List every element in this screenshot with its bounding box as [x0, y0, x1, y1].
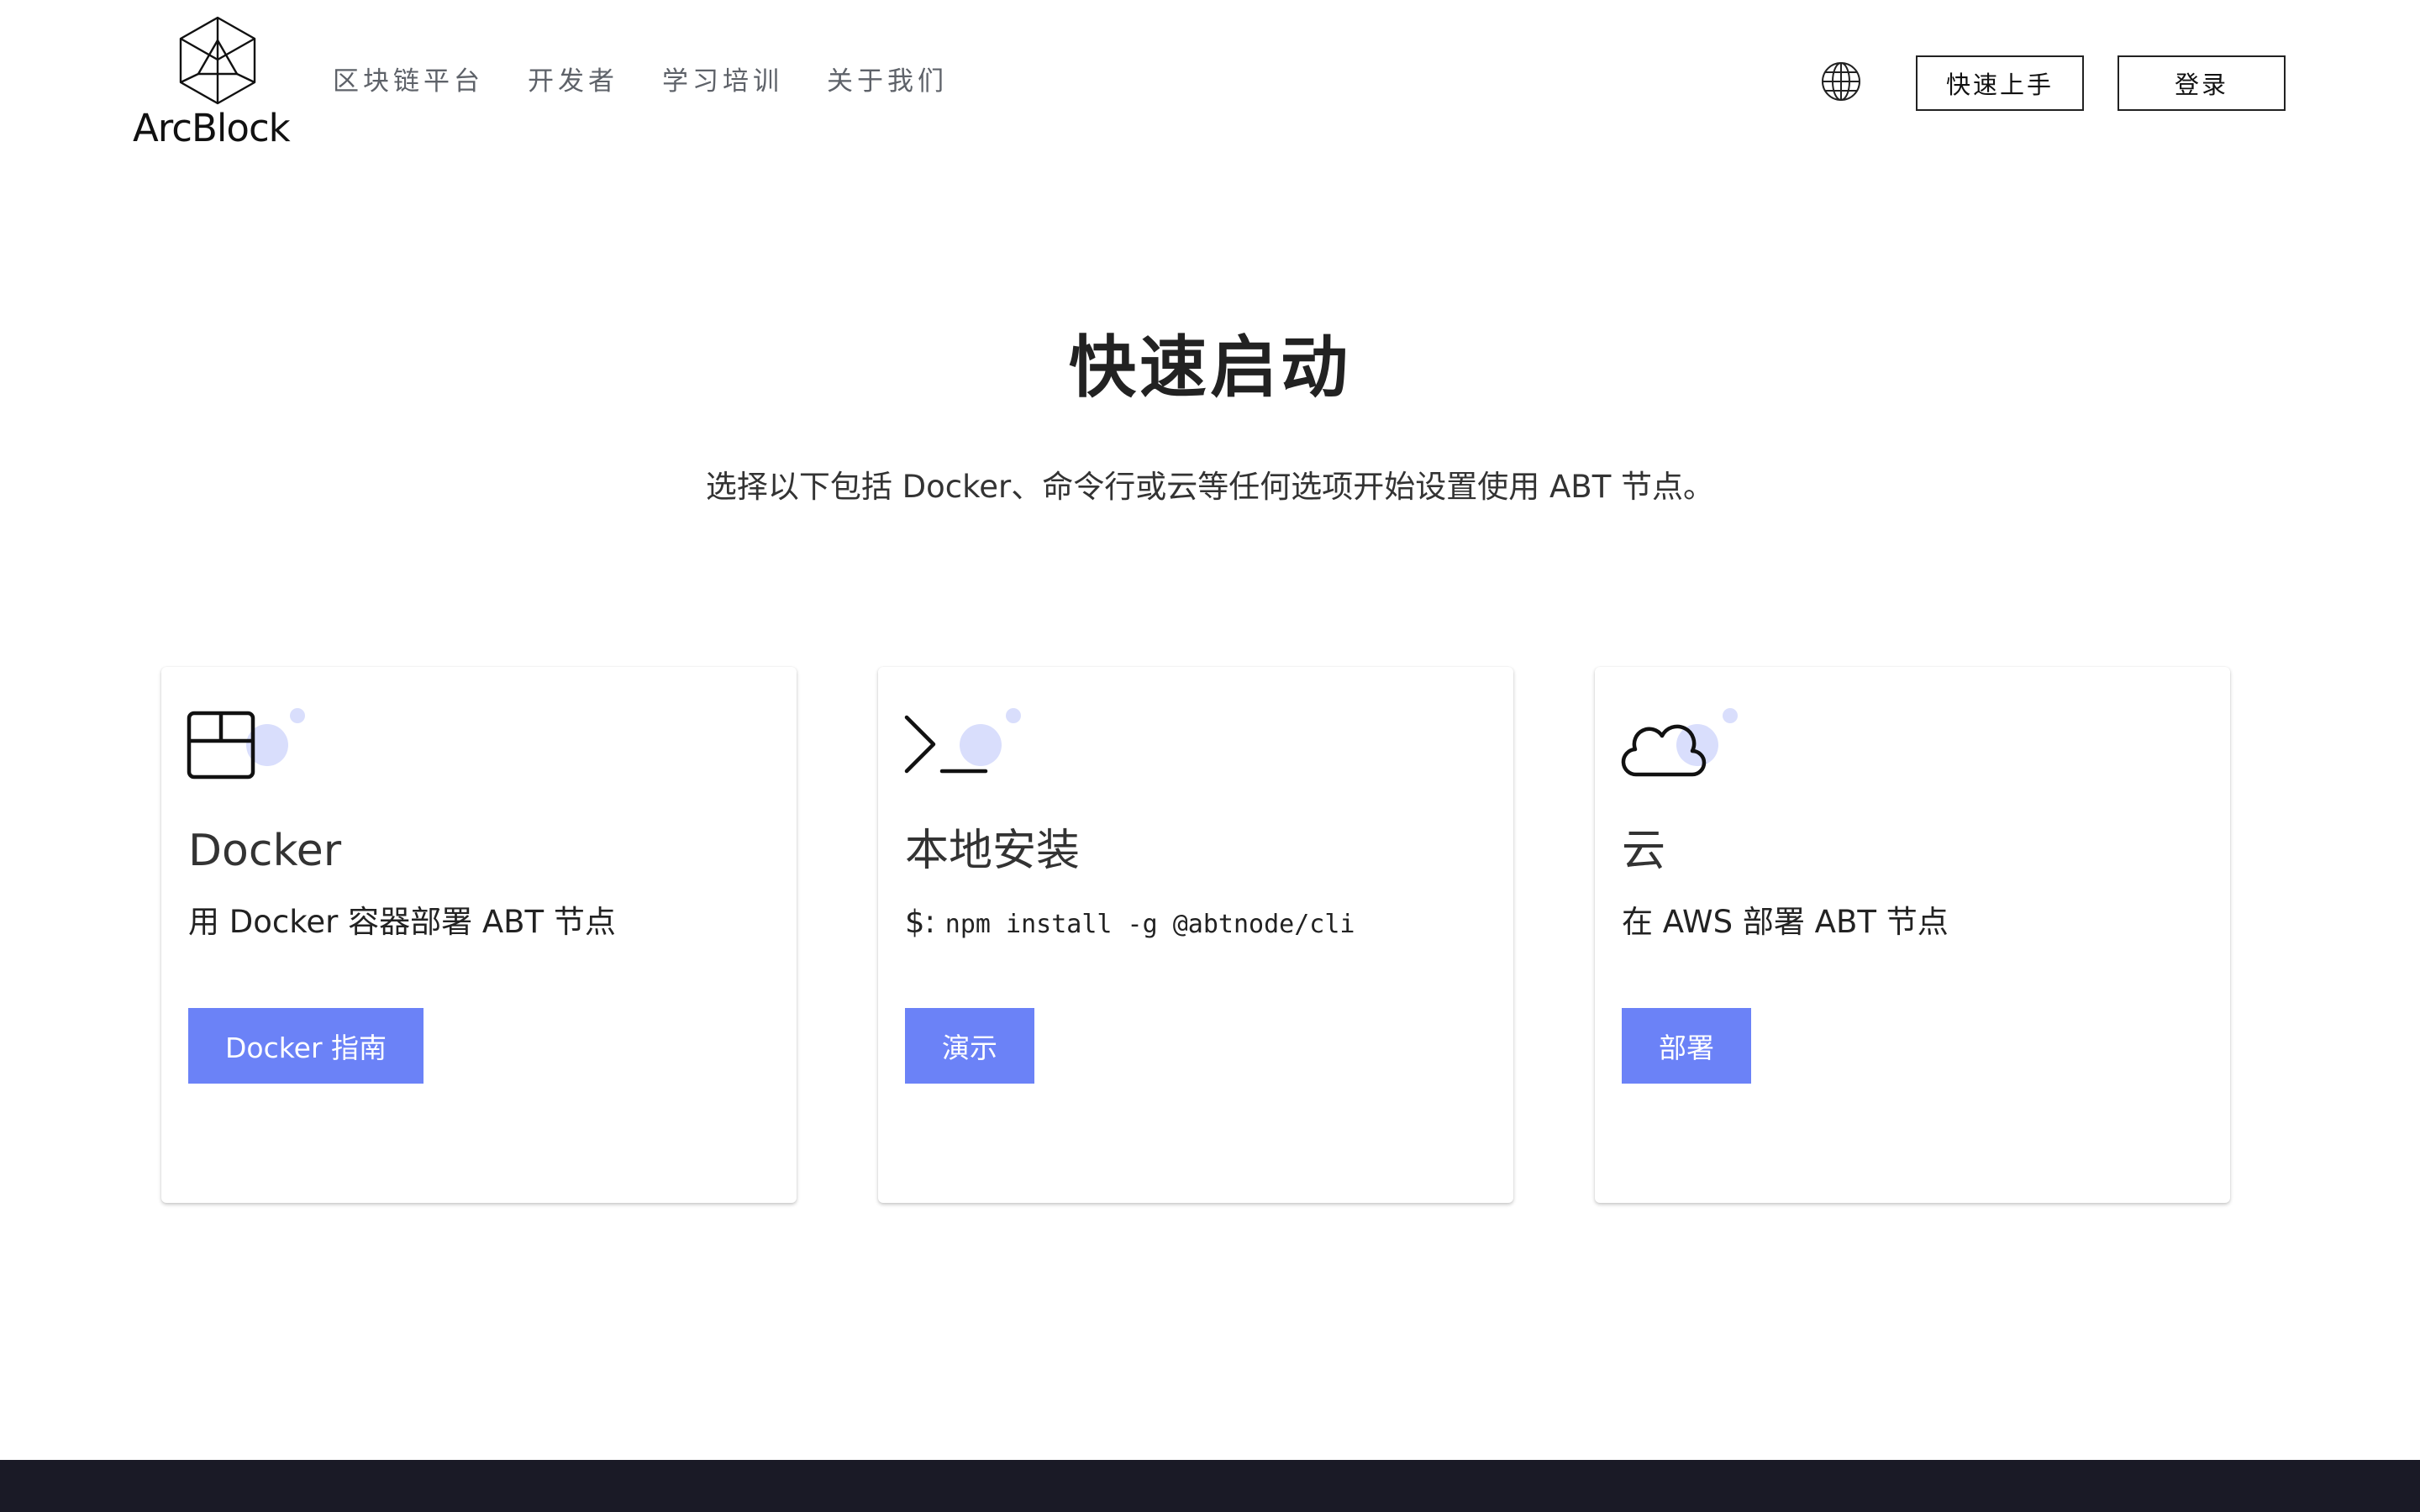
nav-item-learning[interactable]: 学习培训 [662, 60, 783, 97]
card-description: 用 Docker 容器部署 ABT 节点 [188, 904, 616, 940]
cloud-card: 云 在 AWS 部署 ABT 节点 部署 [1595, 667, 2230, 1203]
docker-guide-button[interactable]: Docker 指南 [188, 1008, 424, 1084]
arcblock-logo-icon [179, 16, 256, 105]
logo-wordmark: ArcBlock [133, 106, 291, 150]
cloud-icon [1621, 708, 1738, 777]
quick-start-button[interactable]: 快速上手 [1916, 55, 2084, 111]
terminal-icon [904, 708, 1021, 774]
nav-item-blockchain-platform[interactable]: 区块链平台 [333, 60, 484, 97]
footer [0, 1460, 2420, 1512]
card-title: Docker [188, 826, 342, 876]
card-title: 云 [1622, 826, 1666, 876]
login-button[interactable]: 登录 [2118, 55, 2286, 111]
command-prompt: $: [905, 904, 936, 940]
card-title: 本地安装 [905, 826, 1081, 876]
main-nav: 区块链平台 开发者 学习培训 关于我们 [333, 57, 992, 99]
demo-button[interactable]: 演示 [905, 1008, 1034, 1084]
page-subtitle: 选择以下包括 Docker、命令行或云等任何选项开始设置使用 ABT 节点。 [705, 469, 1715, 505]
install-command: $: npm install -g @abtnode/cli [905, 902, 1355, 945]
nav-item-about-us[interactable]: 关于我们 [827, 60, 948, 97]
site-header: ArcBlock 区块链平台 开发者 学习培训 关于我们 快速上手 登录 [0, 0, 2420, 168]
page-title: 快速启动 [1069, 328, 1351, 407]
arcblock-logo[interactable]: ArcBlock [133, 15, 302, 158]
deploy-button[interactable]: 部署 [1622, 1008, 1751, 1084]
command-text: npm install -g @abtnode/cli [944, 910, 1355, 939]
nav-item-developers[interactable]: 开发者 [528, 60, 618, 97]
docker-card: Docker 用 Docker 容器部署 ABT 节点 Docker 指南 [161, 667, 797, 1203]
local-install-card: 本地安装 $: npm install -g @abtnode/cli 演示 [878, 667, 1513, 1203]
globe-icon[interactable] [1820, 60, 1862, 102]
card-description: 在 AWS 部署 ABT 节点 [1622, 904, 1949, 940]
box-icon [187, 708, 305, 780]
